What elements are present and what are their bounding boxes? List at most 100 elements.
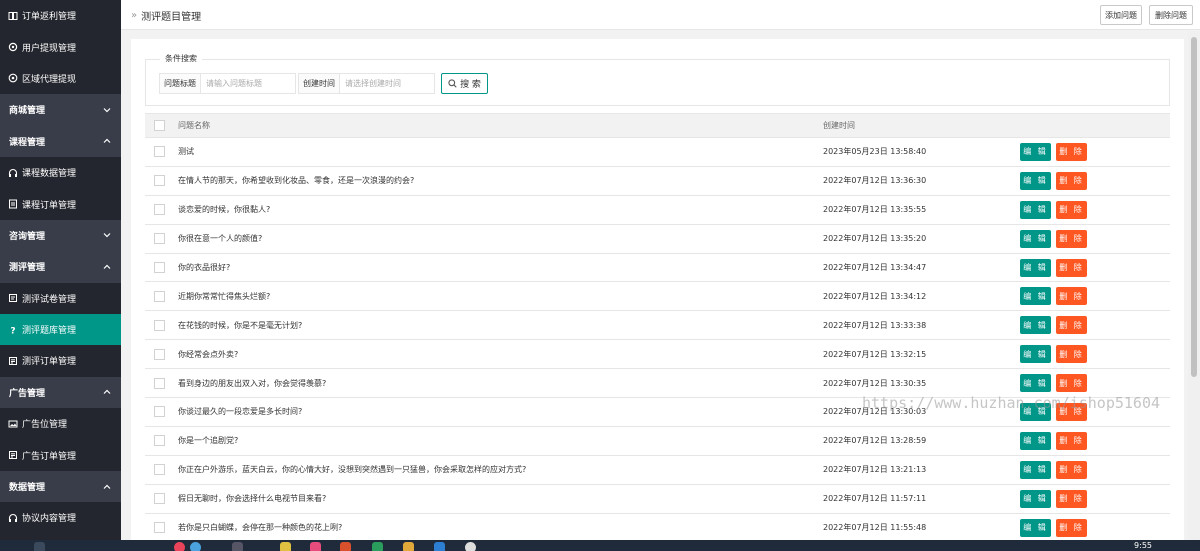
taskbar-app-icon[interactable] [403,542,414,551]
taskbar-app-icon[interactable] [340,542,351,551]
row-checkbox[interactable] [154,204,165,216]
edit-button[interactable]: 编 辑 [1020,316,1051,335]
delete-button[interactable]: 删 除 [1056,171,1087,190]
delete-button[interactable]: 删 除 [1056,229,1087,248]
taskbar-app-icon[interactable] [280,542,291,551]
row-checkbox[interactable] [154,290,165,302]
page-scrollbar[interactable] [1188,31,1200,540]
edit-button[interactable]: 编 辑 [1020,287,1051,306]
question-name: 谈恋爱的时候，你很黏人? [178,194,823,225]
row-checkbox[interactable] [154,233,165,245]
search-icon [448,79,457,88]
delete-button[interactable]: 删 除 [1056,374,1087,393]
delete-button[interactable]: 删 除 [1056,489,1087,508]
search-button[interactable]: 搜 索 [441,73,488,94]
sidebar-item[interactable]: 课程数据管理 [0,156,121,189]
delete-button[interactable]: 删 除 [1056,142,1087,161]
delete-button[interactable]: 删 除 [1056,518,1087,537]
sidebar-item[interactable]: 测评订单管理 [0,345,121,377]
row-actions: 编 辑删 除 [1020,454,1170,485]
title-search-input[interactable]: 请输入问题标题 [201,73,296,94]
sidebar-item[interactable]: 广告管理 [0,376,121,409]
sidebar-item[interactable]: 数据管理 [0,470,121,503]
row-checkbox[interactable] [154,522,165,534]
add-question-button[interactable]: 添加问题 [1100,5,1142,25]
sidebar-item-label: 协议内容管理 [22,514,77,525]
delete-button[interactable]: 删 除 [1056,200,1087,219]
row-checkbox[interactable] [154,175,165,187]
delete-question-button[interactable]: 删除问题 [1149,5,1193,25]
edit-button[interactable]: 编 辑 [1020,142,1051,161]
row-checkbox[interactable] [154,464,165,476]
row-select-cell [145,310,178,341]
row-select-cell [145,252,178,283]
edit-button[interactable]: 编 辑 [1020,229,1051,248]
sidebar-item[interactable]: 协议内容管理 [0,502,121,534]
created-time: 2022年07月12日 13:28:59 [823,425,1020,456]
row-checkbox[interactable] [154,493,165,505]
table-row: 你经常会点外卖? 2022年07月12日 13:32:15 编 辑删 除 [145,339,1170,370]
edit-button[interactable]: 编 辑 [1020,200,1051,219]
row-checkbox[interactable] [154,348,165,360]
sidebar-item[interactable]: ? 测评题库管理 [0,313,121,346]
taskbar-app-icon[interactable] [434,542,445,551]
row-checkbox[interactable] [154,146,165,158]
delete-button[interactable]: 删 除 [1056,460,1087,479]
created-time: 2022年07月12日 13:33:38 [823,310,1020,341]
sidebar-item[interactable]: 测评试卷管理 [0,282,121,314]
delete-button[interactable]: 删 除 [1056,316,1087,335]
sidebar-item-label: 测评管理 [9,263,46,274]
edit-button[interactable]: 编 辑 [1020,489,1051,508]
edit-button[interactable]: 编 辑 [1020,460,1051,479]
select-all-checkbox[interactable] [154,120,165,131]
edit-button[interactable]: 编 辑 [1020,171,1051,190]
edit-button[interactable]: 编 辑 [1020,345,1051,364]
delete-button[interactable]: 删 除 [1056,287,1087,306]
taskbar-app-icon[interactable] [465,542,476,551]
sidebar-item[interactable]: 广告订单管理 [0,439,121,471]
row-checkbox[interactable] [154,377,165,389]
chevron-up-icon [102,387,112,397]
edit-button[interactable]: 编 辑 [1020,258,1051,277]
delete-button[interactable]: 删 除 [1056,431,1087,450]
breadcrumb: » 测评题目管理 [131,8,201,23]
page-header: » 测评题目管理 添加问题 删除问题 [121,0,1200,30]
sidebar-item[interactable]: 广告位管理 [0,408,121,440]
sidebar-item[interactable]: 订单返利管理 [0,0,121,32]
delete-button[interactable]: 删 除 [1056,345,1087,364]
row-checkbox[interactable] [154,435,165,447]
scrollbar-thumb[interactable] [1191,37,1197,377]
question-name: 你很在意一个人的颜值? [178,223,823,254]
row-checkbox[interactable] [154,262,165,273]
row-select-cell [145,425,178,456]
question-icon: ? [8,325,18,335]
row-checkbox[interactable] [154,319,165,331]
edit-button[interactable]: 编 辑 [1020,374,1051,393]
table-row: 若你是只白蝴蝶，会停在那一种颜色的花上咧? 2022年07月12日 11:55:4… [145,512,1170,543]
edit-button[interactable]: 编 辑 [1020,518,1051,537]
row-select-cell [145,368,178,399]
sidebar-item[interactable]: 咨询管理 [0,219,121,252]
question-name: 在情人节的那天，你希望收到化妆品、零食，还是一次浪漫的约会? [178,165,823,196]
column-header-time: 创建时间 [823,113,1020,138]
question-name: 你的衣品很好? [178,252,823,283]
delete-button[interactable]: 删 除 [1056,258,1087,277]
sidebar-item[interactable]: 课程订单管理 [0,188,121,220]
edit-button[interactable]: 编 辑 [1020,431,1051,450]
taskbar-app-icon[interactable] [372,542,383,551]
table-row: 在情人节的那天，你希望收到化妆品、零食，还是一次浪漫的约会? 2022年07月12… [145,165,1170,196]
taskbar-app-icon[interactable] [310,542,321,551]
taskbar-app-icon[interactable] [174,542,185,551]
sidebar-item[interactable]: 商城管理 [0,94,121,126]
taskbar-app-icon[interactable] [190,542,201,551]
search-legend: 条件搜索 [160,53,202,64]
taskbar-app-icon[interactable] [232,542,243,551]
time-search-input[interactable]: 请选择创建时间 [340,73,435,94]
taskbar-search-icon[interactable] [34,542,45,551]
row-checkbox[interactable] [154,406,165,418]
sidebar-item[interactable]: 测评管理 [0,251,121,283]
sidebar-item[interactable]: 课程管理 [0,125,121,157]
sidebar-item[interactable]: 区域代理提现 [0,62,121,95]
sidebar-item[interactable]: 用户提现管理 [0,31,121,63]
sidebar-item-label: 订单返利管理 [22,12,77,23]
